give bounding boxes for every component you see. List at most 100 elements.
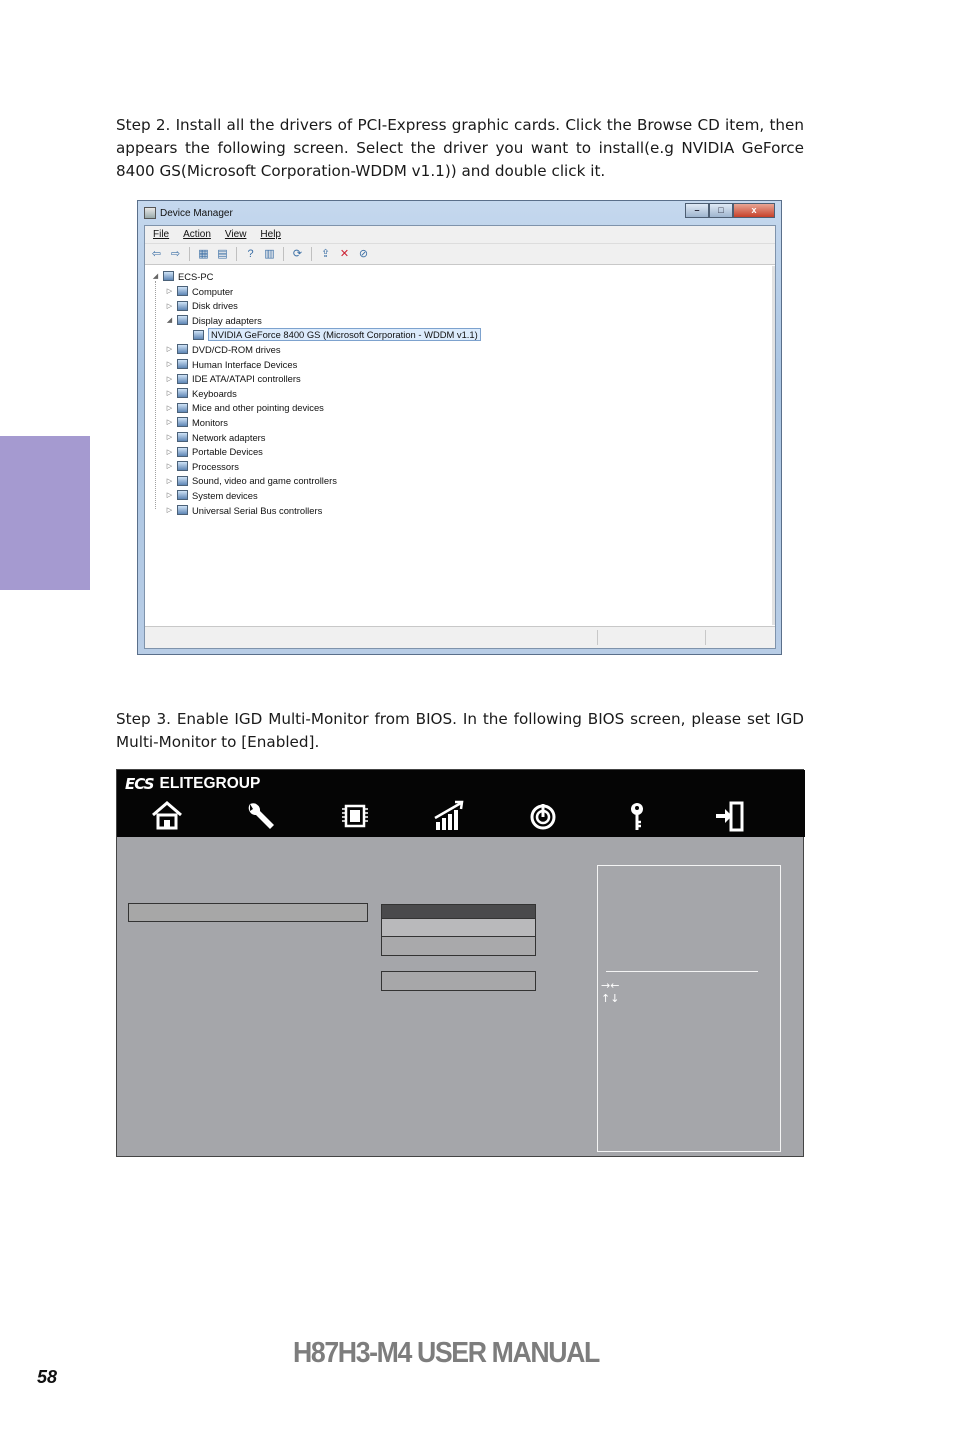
console-view-icon[interactable]: ▥ [262, 248, 277, 261]
wrench-icon[interactable] [244, 800, 278, 832]
window-client-area: File Action View Help ⇦ ⇨ ▦ ▤ ? ▥ ⟳ ⇪ ✕ … [144, 225, 776, 649]
window-titlebar: Device Manager [144, 205, 233, 221]
update-driver-icon[interactable]: ⇪ [318, 248, 333, 261]
chip-icon[interactable] [338, 800, 372, 832]
expander-collapsed-icon[interactable]: ▷ [165, 462, 174, 470]
expander-collapsed-icon[interactable]: ▷ [165, 433, 174, 441]
tree-item-label: System devices [192, 489, 258, 501]
tree-item-label: Keyboards [192, 387, 237, 399]
window-controls: – □ x [685, 203, 775, 218]
tree-category-item[interactable]: ▷ DVD/CD-ROM drives [165, 342, 281, 356]
expander-collapsed-icon[interactable]: ▷ [165, 491, 174, 499]
tree-category-item[interactable]: ▷ Network adapters [165, 430, 266, 444]
tree-category-item[interactable]: ▷ Portable Devices [165, 445, 263, 459]
help-panel: →← ↑↓ [597, 865, 781, 1152]
home-icon[interactable] [150, 800, 184, 832]
expander-collapsed-icon[interactable]: ▷ [165, 375, 174, 383]
brand-name: ELITEGROUP [159, 775, 261, 792]
bios-nav-bar [117, 796, 805, 836]
step-2-paragraph: Step 2. Install all the drivers of PCI-E… [116, 116, 804, 180]
display-adapter-icon [193, 329, 204, 340]
uninstall-icon[interactable]: ✕ [337, 248, 352, 261]
device-manager-app-icon [144, 207, 156, 219]
back-arrow-icon[interactable]: ⇦ [149, 248, 164, 261]
tree-category-item[interactable]: ▷ Monitors [165, 415, 228, 429]
toolbar-divider [236, 247, 237, 261]
tree-category-item[interactable]: ▷ IDE ATA/ATAPI controllers [165, 372, 301, 386]
computer-icon [177, 286, 188, 296]
pc-icon [163, 271, 174, 281]
ide-controller-icon [177, 373, 188, 384]
left-right-arrows: →← [601, 979, 620, 992]
mouse-icon [177, 402, 188, 413]
tree-category-item[interactable]: ◢ Display adapters [165, 313, 262, 327]
window-title: Device Manager [160, 207, 233, 219]
menu-file[interactable]: File [153, 229, 169, 240]
tree-item-label: Universal Serial Bus controllers [192, 504, 323, 516]
monitor-icon [177, 417, 188, 428]
exit-icon[interactable] [714, 800, 748, 832]
tree-category-item[interactable]: ▷ Computer [165, 284, 233, 298]
expander-collapsed-icon[interactable]: ▷ [165, 345, 174, 353]
expander-collapsed-icon[interactable]: ▷ [165, 360, 174, 368]
help-divider [606, 971, 758, 972]
expander-collapsed-icon[interactable]: ▷ [165, 477, 174, 485]
ecs-logo-mark: ECS [125, 775, 155, 793]
expander-collapsed-icon[interactable]: ▷ [165, 389, 174, 397]
step-3-paragraph: Step 3. Enable IGD Multi-Monitor from BI… [116, 710, 804, 751]
disable-device-icon[interactable]: ⊘ [356, 248, 371, 261]
key-icon[interactable] [620, 800, 654, 832]
tree-category-item[interactable]: ▷ Processors [165, 459, 239, 473]
system-device-icon [177, 490, 188, 501]
value-field[interactable] [381, 971, 536, 991]
tree-item-label: NVIDIA GeForce 8400 GS (Microsoft Corpor… [208, 328, 481, 342]
selected-menu-row[interactable] [128, 903, 368, 922]
tree-category-item[interactable]: ▷ Keyboards [165, 386, 237, 400]
performance-chart-icon[interactable] [432, 800, 466, 832]
expander-expanded-icon[interactable]: ◢ [151, 272, 160, 280]
expander-collapsed-icon[interactable]: ▷ [165, 404, 174, 412]
close-button[interactable]: x [733, 203, 775, 218]
tree-item-label: Sound, video and game controllers [192, 475, 337, 487]
forward-arrow-icon[interactable]: ⇨ [168, 248, 183, 261]
dvd-drive-icon [177, 344, 188, 355]
scan-hardware-icon[interactable]: ⟳ [290, 248, 305, 261]
tree-device-item[interactable]: NVIDIA GeForce 8400 GS (Microsoft Corpor… [181, 328, 481, 342]
show-hide-console-tree-icon[interactable]: ▦ [196, 248, 211, 261]
tree-category-item[interactable]: ▷ Human Interface Devices [165, 357, 297, 371]
option-row[interactable] [381, 919, 536, 937]
menu-action[interactable]: Action [183, 229, 211, 240]
tree-root[interactable]: ◢ ECS-PC [151, 269, 214, 283]
properties-icon[interactable]: ▤ [215, 248, 230, 261]
tree-item-label: Computer [192, 285, 234, 297]
navigation-arrows-hint: →← ↑↓ [601, 979, 619, 1005]
tree-category-item[interactable]: ▷ System devices [165, 488, 258, 502]
expander-collapsed-icon[interactable]: ▷ [165, 302, 174, 310]
tree-category-item[interactable]: ▷ Universal Serial Bus controllers [165, 503, 322, 517]
toolbar: ⇦ ⇨ ▦ ▤ ? ▥ ⟳ ⇪ ✕ ⊘ [145, 244, 775, 265]
tree-category-item[interactable]: ▷ Sound, video and game controllers [165, 474, 337, 488]
tree-item-label: Disk drives [192, 300, 238, 312]
tree-category-item[interactable]: ▷ Disk drives [165, 299, 238, 313]
hid-icon [177, 359, 188, 369]
maximize-button[interactable]: □ [709, 203, 733, 218]
toolbar-divider [189, 247, 190, 261]
expander-collapsed-icon[interactable]: ▷ [165, 448, 174, 456]
option-row[interactable] [381, 937, 536, 956]
menu-view[interactable]: View [225, 229, 247, 240]
manual-title: H87H3-M4 USER MANUAL [293, 1337, 600, 1369]
power-icon[interactable] [526, 800, 560, 832]
sound-icon [177, 475, 188, 486]
menu-help[interactable]: Help [260, 229, 281, 240]
minimize-button[interactable]: – [685, 203, 709, 218]
help-icon[interactable]: ? [243, 248, 258, 261]
expander-expanded-icon[interactable]: ◢ [165, 316, 174, 324]
tree-item-label: Portable Devices [192, 446, 263, 458]
toolbar-divider [311, 247, 312, 261]
expander-collapsed-icon[interactable]: ▷ [165, 506, 174, 514]
expander-collapsed-icon[interactable]: ▷ [165, 287, 174, 295]
tree-category-item[interactable]: ▷ Mice and other pointing devices [165, 401, 324, 415]
expander-collapsed-icon[interactable]: ▷ [165, 418, 174, 426]
tree-item-label: Mice and other pointing devices [192, 402, 324, 414]
usb-icon [177, 505, 188, 515]
